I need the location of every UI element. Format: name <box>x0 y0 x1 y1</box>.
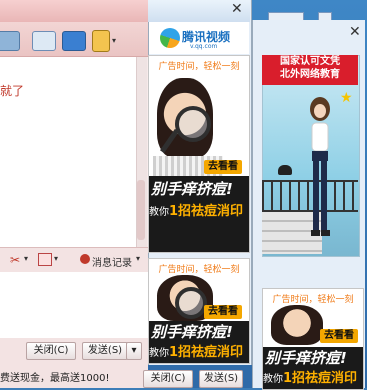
history-icon[interactable] <box>80 254 90 264</box>
ad-slogan: 别手痒挤痘! <box>265 349 347 367</box>
send-options-button[interactable]: ▾ <box>126 342 142 360</box>
input-toolbar: ✂ ▾ ▾ 消息记录 ▾ <box>0 247 148 273</box>
slogan-band: 别手痒挤痘! 教你1招祛痘消印 <box>263 347 363 389</box>
right-ad-panel[interactable]: 广告时间，轻松一刻 去看看 别手痒挤痘! 教你1招祛痘消印 <box>262 288 364 390</box>
chevron-down-icon[interactable]: ▾ <box>136 254 140 263</box>
message-input[interactable] <box>0 272 148 338</box>
message-icon[interactable] <box>32 31 56 51</box>
star-icon: ★ <box>340 90 353 106</box>
ad-subslogan: 教你1招祛痘消印 <box>149 204 244 219</box>
ad-header: 广告时间，轻松一刻 <box>158 265 240 275</box>
magnifier-lens-icon <box>175 106 211 142</box>
folder-icon[interactable] <box>0 31 20 51</box>
tencent-video-logo-icon <box>160 28 180 48</box>
slogan-band: 别手痒挤痘! 教你1招祛痘消印 <box>149 176 249 252</box>
message-record-link[interactable]: 消息记录 <box>92 254 132 269</box>
go-see-button[interactable]: 去看看 <box>320 329 358 343</box>
chat-message-text: 就了 <box>0 84 25 98</box>
go-see-button[interactable]: 去看看 <box>204 305 242 319</box>
close-button-secondary[interactable]: 关闭(C) <box>143 370 193 388</box>
boy-face-image <box>271 305 323 345</box>
ad-subslogan: 教你1招祛痘消印 <box>263 371 358 386</box>
go-see-button[interactable]: 去看看 <box>204 160 242 174</box>
banner-line-1: 国家认可文凭 <box>280 56 340 67</box>
screen-share-icon[interactable] <box>62 31 86 51</box>
slogan-band: 别手痒挤痘! 教你1招祛痘消印 <box>149 321 249 363</box>
video-ad-titlebar: ✕ <box>148 0 250 22</box>
promo-text: 费送现金，最高送1000! <box>0 373 110 384</box>
close-icon[interactable]: ✕ <box>231 1 243 17</box>
magnifier-lens-icon <box>175 287 207 319</box>
banner-heading: 国家认可文凭 北外网络教育 <box>262 55 358 85</box>
chevron-down-icon[interactable]: ▾ <box>54 254 58 263</box>
ad-slogan: 别手痒挤痘! <box>151 323 233 341</box>
ad-header: 广告时间，轻松一刻 <box>272 295 354 305</box>
send-button-secondary[interactable]: 发送(S) <box>199 370 243 388</box>
logo-subtext: v.qq.com <box>190 43 218 50</box>
video-ad-panel-bottom[interactable]: 广告时间，轻松一刻 去看看 别手痒挤痘! 教你1招祛痘消印 <box>148 258 250 364</box>
ad-slogan: 别手痒挤痘! <box>151 180 233 198</box>
close-button[interactable]: 关闭(C) <box>26 342 76 360</box>
chevron-down-icon[interactable]: ▾ <box>112 36 116 45</box>
close-icon[interactable]: ✕ <box>349 24 361 40</box>
notebook-icon[interactable] <box>92 30 110 52</box>
send-button[interactable]: 发送(S) <box>82 342 128 360</box>
banner-line-2: 北外网络教育 <box>280 69 340 80</box>
cat-icon <box>278 165 292 175</box>
girl-figure-image <box>310 97 330 236</box>
scrollbar-thumb[interactable] <box>137 180 145 240</box>
scissors-icon[interactable]: ✂ <box>10 253 20 267</box>
video-ad-panel-top[interactable]: 广告时间，轻松一刻 去看看 别手痒挤痘! 教你1招祛痘消印 <box>148 55 250 253</box>
chat-titlebar <box>0 0 148 22</box>
calendar-icon[interactable] <box>38 253 52 266</box>
chat-toolbar: ▾ <box>0 22 148 57</box>
ad-subslogan: 教你1招祛痘消印 <box>149 345 244 360</box>
chevron-down-icon[interactable]: ▾ <box>24 254 28 263</box>
ad-header: 广告时间，轻松一刻 <box>158 62 240 72</box>
